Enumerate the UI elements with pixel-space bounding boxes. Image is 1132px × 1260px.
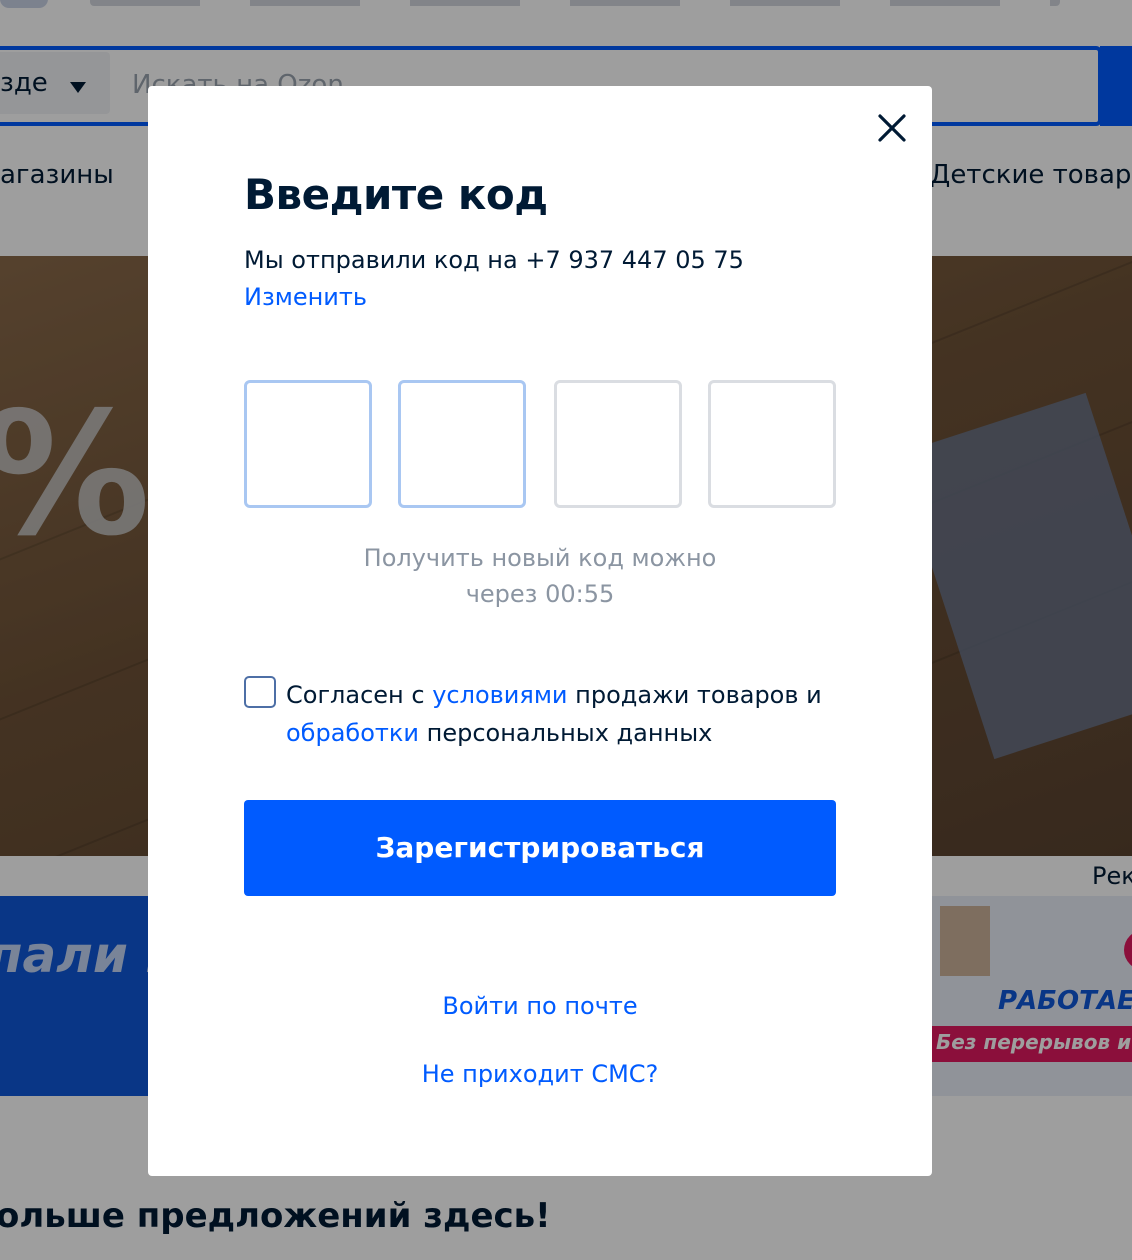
resend-line-1: Получить новый код можно (363, 544, 717, 572)
code-digit-3[interactable] (554, 380, 682, 508)
register-button[interactable]: Зарегистрироваться (244, 800, 836, 896)
code-sent-text: Мы отправили код на +7 937 447 05 75 (244, 246, 744, 274)
agreement-text-1: Согласен с (286, 681, 425, 709)
email-login-link[interactable]: Войти по почте (244, 992, 836, 1020)
resend-timer: 00:55 (545, 580, 615, 608)
code-input-group (244, 380, 836, 508)
agree-checkbox[interactable] (244, 676, 276, 708)
code-digit-2[interactable] (398, 380, 526, 508)
agreement-text-2: продажи товаров и (575, 681, 822, 709)
code-digit-4[interactable] (708, 380, 836, 508)
close-button[interactable] (868, 104, 916, 152)
no-sms-link[interactable]: Не приходит СМС? (244, 1060, 836, 1088)
resend-prefix: через (465, 580, 538, 608)
terms-link[interactable]: условиями (432, 681, 567, 709)
verification-modal: Введите код Мы отправили код на +7 937 4… (148, 86, 932, 1176)
resend-info: Получить новый код можно через 00:55 (244, 540, 836, 612)
agreement-text-3: персональных данных (426, 719, 713, 747)
change-phone-link[interactable]: Изменить (244, 283, 367, 311)
phone-number: +7 937 447 05 75 (525, 246, 744, 274)
agreement-text: Согласен с условиями продажи товаров и о… (286, 676, 846, 752)
close-icon (878, 114, 906, 142)
code-sent-prefix: Мы отправили код на (244, 246, 518, 274)
code-digit-1[interactable] (244, 380, 372, 508)
data-processing-link[interactable]: обработки (286, 719, 419, 747)
resend-line-2: через 00:55 (244, 576, 836, 612)
modal-title: Введите код (244, 170, 548, 219)
